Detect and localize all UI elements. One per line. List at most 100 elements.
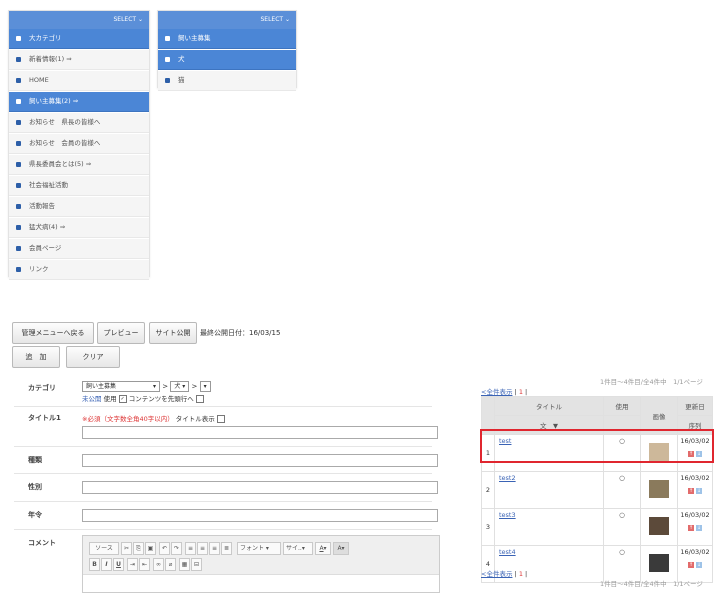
move-up-icon[interactable]: ↑ xyxy=(687,488,694,494)
item-title-link[interactable]: test4 xyxy=(499,548,516,556)
bullet-icon xyxy=(16,225,21,230)
title1-input[interactable] xyxy=(82,426,438,439)
copy-icon[interactable]: ⎘ xyxy=(133,542,144,555)
category-item[interactable]: HOME xyxy=(9,71,149,91)
category-item[interactable]: 会員ページ xyxy=(9,239,149,259)
category-item[interactable]: 県長委員会とは(5) ⇒ xyxy=(9,155,149,175)
date-cell: 16/03/02 ↑ ↓ xyxy=(677,545,713,583)
justify-icon[interactable]: ≣ xyxy=(221,542,232,555)
cut-icon[interactable]: ✂ xyxy=(121,542,132,555)
table-icon[interactable]: ▦ xyxy=(179,558,190,571)
link-icon[interactable]: ∞ xyxy=(153,558,164,571)
show-all-link[interactable]: <全件表示 xyxy=(481,388,512,396)
add-button[interactable]: 追 加 xyxy=(12,346,60,368)
page-current[interactable]: 1 xyxy=(519,388,523,396)
preview-button[interactable]: プレビュー xyxy=(97,322,145,344)
item-title-link[interactable]: test3 xyxy=(499,511,516,519)
subcategory-item[interactable]: 犬 xyxy=(158,50,296,70)
size-select[interactable]: サイ..▾ xyxy=(283,542,313,555)
divider xyxy=(14,529,432,530)
title1-required-hint: ※必須（文字数全角40字以内） xyxy=(82,415,174,423)
category-item[interactable]: 新着情報(1) ⇒ xyxy=(9,50,149,70)
indent-icon[interactable]: ⇥ xyxy=(127,558,138,571)
title1-label: タイトル1 xyxy=(28,414,61,422)
redo-icon[interactable]: ↷ xyxy=(171,542,182,555)
bold-icon[interactable]: B xyxy=(89,558,100,571)
bullet-icon xyxy=(16,162,21,167)
bullet-icon xyxy=(16,267,21,272)
publish-button[interactable]: サイト公開 xyxy=(149,322,197,344)
move-up-icon[interactable]: ↑ xyxy=(687,562,694,568)
clear-button[interactable]: クリア xyxy=(66,346,120,368)
divider xyxy=(14,473,432,474)
title-cell: test2 xyxy=(494,471,604,509)
item-title-link[interactable]: test2 xyxy=(499,474,516,482)
back-to-menu-button[interactable]: 管理メニューへ戻る xyxy=(12,322,94,344)
divider xyxy=(14,501,432,502)
category-item[interactable]: 猛犬病(4) ⇒ xyxy=(9,218,149,238)
category-item[interactable]: 飼い主募集(2) ⇒ xyxy=(9,92,149,112)
list-summary-top: 1件目〜4件目/全4件中 1/1ページ xyxy=(600,378,703,386)
align-right-icon[interactable]: ≡ xyxy=(209,542,220,555)
category-item[interactable]: リンク xyxy=(9,260,149,280)
list-pager-bottom: <全件表示 | 1 | xyxy=(481,570,528,578)
age-label: 年令 xyxy=(28,511,42,519)
sex-input[interactable] xyxy=(82,481,438,494)
bullet-icon xyxy=(16,246,21,251)
subcategory-item-label: 猫 xyxy=(178,76,185,84)
category-item[interactable]: お知らせ 会員の皆様へ xyxy=(9,134,149,154)
text-color-icon[interactable]: A▾ xyxy=(315,542,331,555)
category-item[interactable]: 大カテゴリ xyxy=(9,29,149,49)
subcategory-item[interactable]: 猫 xyxy=(158,71,296,91)
top-row-checkbox[interactable] xyxy=(195,395,204,403)
unlink-icon[interactable]: ⌀ xyxy=(165,558,176,571)
source-button[interactable]: ソース xyxy=(89,542,119,555)
category-select-header[interactable]: SELECT ⌄ xyxy=(9,11,149,29)
page-current-bottom[interactable]: 1 xyxy=(519,570,523,578)
bg-color-icon[interactable]: A▾ xyxy=(333,542,349,555)
font-select[interactable]: フォント ▾ xyxy=(237,542,281,555)
title-display-checkbox[interactable] xyxy=(216,415,225,423)
undo-icon[interactable]: ↶ xyxy=(159,542,170,555)
outdent-icon[interactable]: ⇤ xyxy=(139,558,150,571)
category-item[interactable]: お知らせ 県長の皆様へ xyxy=(9,113,149,133)
move-down-icon[interactable]: ↓ xyxy=(696,562,703,568)
subcategory-item-label: 犬 xyxy=(178,55,185,63)
title-column-header: タイトル xyxy=(494,396,604,416)
bullet-icon xyxy=(16,99,21,104)
paste-icon[interactable]: ▣ xyxy=(145,542,156,555)
table-row[interactable]: 3 test3 ○ 16/03/02 ↑ ↓ xyxy=(481,508,713,546)
move-up-icon[interactable]: ↑ xyxy=(687,525,694,531)
comment-editor[interactable]: ソース ✂ ⎘ ▣ ↶ ↷ ≡ ≡ ≡ ≣ フォント ▾ サイ..▾ A▾ A▾… xyxy=(82,535,440,593)
bullet-icon xyxy=(165,57,170,62)
align-left-icon[interactable]: ≡ xyxy=(185,542,196,555)
category-item-label: お知らせ 県長の皆様へ xyxy=(29,118,101,126)
category-select-third[interactable]: ▾ xyxy=(199,381,211,392)
table-row[interactable]: 2 test2 ○ 16/03/02 ↑ ↓ xyxy=(481,471,713,509)
category-select-main[interactable]: 飼い主募集 ▾ xyxy=(82,381,160,392)
move-down-icon[interactable]: ↓ xyxy=(696,525,703,531)
category-item[interactable]: 活動報告 xyxy=(9,197,149,217)
top-row-label: コンテンツを先頭行へ xyxy=(128,395,194,403)
underline-icon[interactable]: U xyxy=(113,558,124,571)
subcategory-item[interactable]: 飼い主募集 xyxy=(158,29,296,49)
align-center-icon[interactable]: ≡ xyxy=(197,542,208,555)
bullet-icon xyxy=(16,36,21,41)
use-column-header: 使用 xyxy=(603,396,641,416)
type-input[interactable] xyxy=(82,454,438,467)
date-cell: 16/03/02 ↑ ↓ xyxy=(677,508,713,546)
subcategory-select-header[interactable]: SELECT ⌄ xyxy=(158,11,296,29)
move-down-icon[interactable]: ↓ xyxy=(696,488,703,494)
subcategory-item-label: 飼い主募集 xyxy=(178,34,211,42)
age-input[interactable] xyxy=(82,509,438,522)
category-item-label: 大カテゴリ xyxy=(29,34,62,42)
category-item[interactable]: 社会福祉活動 xyxy=(9,176,149,196)
show-all-link-bottom[interactable]: <全件表示 xyxy=(481,570,512,578)
updated-column-header: 更新日 xyxy=(677,396,713,416)
hr-icon[interactable]: ⊟ xyxy=(191,558,202,571)
italic-icon[interactable]: I xyxy=(101,558,112,571)
use-checkbox[interactable]: ✓ xyxy=(118,395,127,403)
category-item-label: 新着情報(1) ⇒ xyxy=(29,55,72,63)
category-select-sub[interactable]: 犬 ▾ xyxy=(170,381,190,392)
updated-date: 16/03/02 xyxy=(680,511,710,519)
